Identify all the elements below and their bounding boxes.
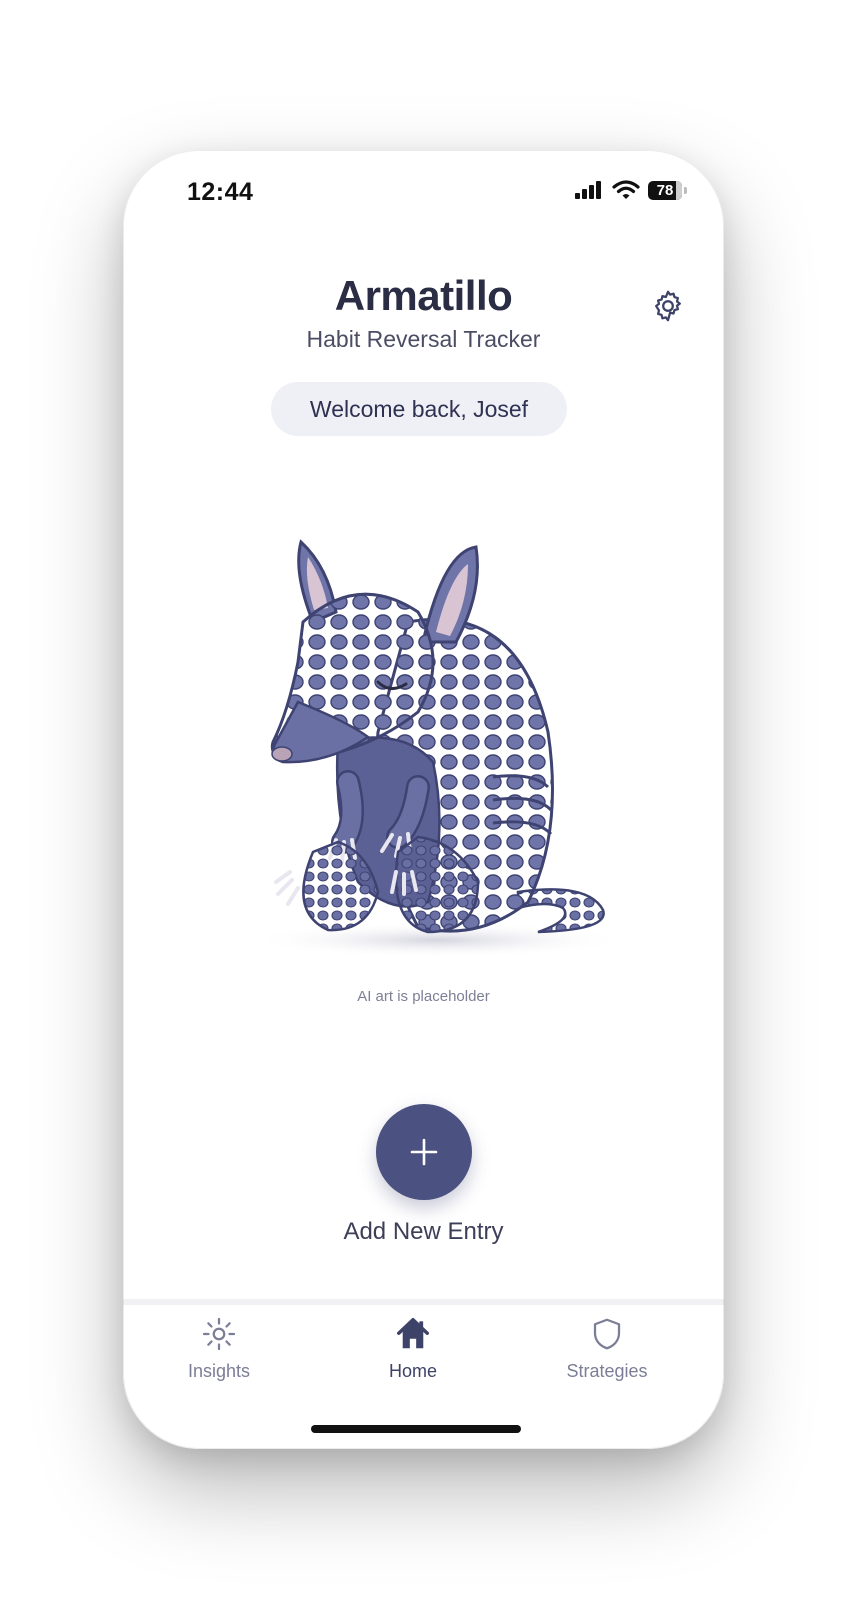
battery-level: 78: [656, 181, 674, 199]
battery-icon: 78: [648, 180, 687, 200]
armadillo-illustration: [248, 539, 628, 958]
app-subtitle: Habit Reversal Tracker: [306, 326, 541, 352]
tab-home-label: Home: [388, 1361, 437, 1381]
welcome-banner: Welcome back, Josef: [271, 382, 567, 436]
add-entry-button[interactable]: [376, 1104, 472, 1200]
plus-icon: [410, 1138, 438, 1166]
tab-strategies[interactable]: Strategies: [537, 1315, 677, 1395]
phone-screen: 12:44 78 Armatillo Habit Reversal Tracke…: [123, 150, 724, 1449]
sun-icon: [202, 1317, 236, 1351]
art-caption: AI art is placeholder: [357, 988, 490, 1005]
home-indicator[interactable]: [311, 1425, 521, 1433]
wifi-icon: [612, 180, 640, 199]
tab-strategies-label: Strategies: [566, 1361, 648, 1381]
status-icons: 78: [574, 180, 687, 200]
tab-bar: Insights Home Strategies: [123, 1299, 724, 1449]
add-entry-label[interactable]: Add New Entry: [123, 1218, 724, 1246]
shield-icon: [593, 1318, 621, 1350]
status-time: 12:44: [187, 178, 254, 206]
tab-insights[interactable]: Insights: [149, 1315, 289, 1395]
app-title: Armatillo: [334, 272, 513, 319]
tab-insights-label: Insights: [187, 1361, 251, 1381]
signal-icon: [575, 181, 601, 199]
gear-icon: [655, 290, 681, 322]
settings-button[interactable]: [648, 286, 688, 326]
tab-home[interactable]: Home: [343, 1315, 483, 1395]
home-icon: [397, 1318, 429, 1349]
status-bar: 12:44 78: [123, 150, 724, 240]
